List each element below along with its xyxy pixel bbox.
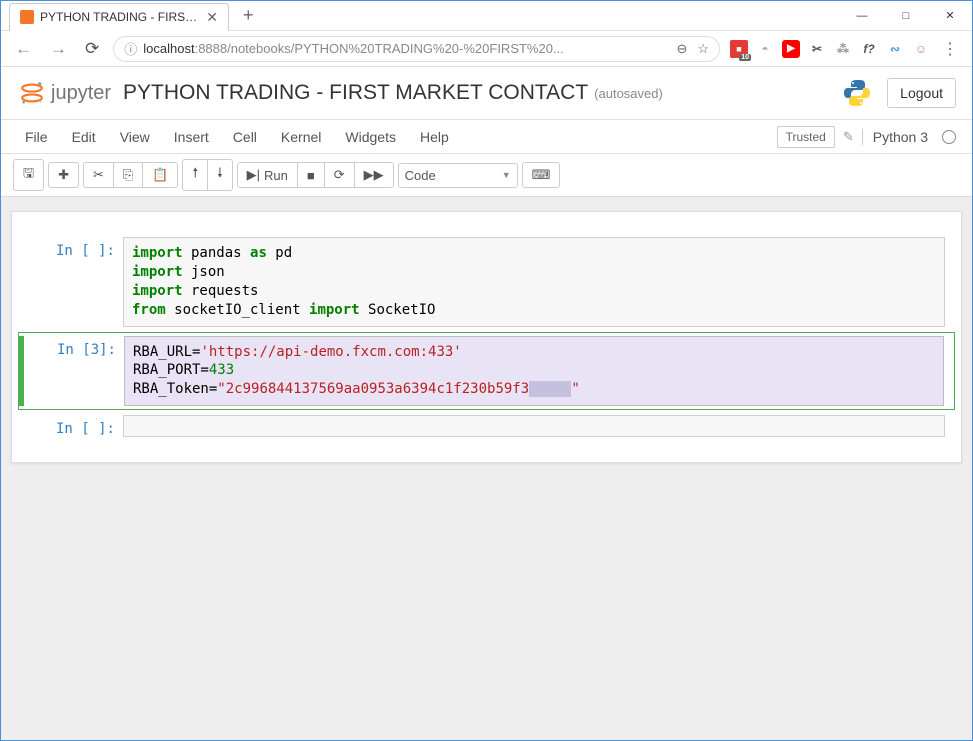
tab-title: PYTHON TRADING - FIRST MARK: [40, 10, 198, 24]
save-button[interactable]: 🖫: [13, 159, 44, 191]
titlebar: PYTHON TRADING - FIRST MARK ✕ + — □ ✕: [1, 1, 972, 31]
star-icon[interactable]: ☆: [697, 41, 709, 57]
site-info-icon[interactable]: ⓘ: [124, 39, 137, 58]
code-cell[interactable]: In [ ]:import pandas as pd import json i…: [18, 234, 955, 330]
run-icon: ▶|: [247, 167, 260, 183]
menu-view[interactable]: View: [108, 129, 162, 145]
reload-button[interactable]: ⟳: [81, 39, 103, 59]
autosave-status: (autosaved): [594, 86, 663, 101]
extension-badge: 10: [739, 54, 751, 61]
jupyter-logo[interactable]: jupyter: [17, 78, 111, 108]
code-input[interactable]: [123, 415, 945, 437]
browser-tab[interactable]: PYTHON TRADING - FIRST MARK ✕: [9, 3, 229, 31]
copy-button[interactable]: ⎘: [114, 163, 143, 187]
url-input[interactable]: ⓘ localhost :8888/notebooks/PYTHON%20TRA…: [113, 36, 720, 62]
zoom-icon[interactable]: ⊖: [676, 41, 687, 57]
command-palette-button[interactable]: ⌨: [522, 162, 561, 188]
paste-button[interactable]: 📋: [143, 163, 177, 187]
logout-button[interactable]: Logout: [887, 78, 956, 108]
url-host: localhost: [143, 41, 194, 56]
back-button[interactable]: ←: [11, 39, 36, 59]
add-tab-button[interactable]: +: [237, 5, 260, 26]
menubar: File Edit View Insert Cell Kernel Widget…: [1, 120, 972, 154]
extension-fq-icon[interactable]: f?: [860, 40, 878, 58]
jupyter-logo-text: jupyter: [51, 82, 111, 105]
code-input[interactable]: import pandas as pd import json import r…: [123, 237, 945, 327]
minimize-button[interactable]: —: [840, 1, 884, 31]
extensions: ■10 ◓ ▶ ✂ ⁂ f? ∾ ☺ ⋮: [730, 39, 962, 59]
browser-window: PYTHON TRADING - FIRST MARK ✕ + — □ ✕ ← …: [0, 0, 973, 741]
jupyter-favicon: [20, 10, 34, 24]
notebook-cells: In [ ]:import pandas as pd import json i…: [11, 211, 962, 463]
stop-button[interactable]: ■: [298, 163, 325, 187]
maximize-button[interactable]: □: [884, 1, 928, 31]
cell-prompt: In [3]:: [24, 336, 124, 407]
extension-icon-1[interactable]: ■10: [730, 40, 748, 58]
extension-drive-icon[interactable]: ◓: [756, 40, 774, 58]
menu-kernel[interactable]: Kernel: [269, 129, 333, 145]
browser-menu-button[interactable]: ⋮: [938, 39, 962, 59]
menu-insert[interactable]: Insert: [162, 129, 221, 145]
restart-button[interactable]: ⟳: [325, 163, 355, 187]
menu-file[interactable]: File: [13, 129, 60, 145]
window-controls: — □ ✕: [840, 1, 972, 31]
move-down-button[interactable]: 🠗: [208, 160, 232, 190]
run-button[interactable]: ▶| Run: [238, 163, 298, 187]
profile-avatar-icon[interactable]: ☺: [912, 40, 930, 58]
cell-prompt: In [ ]:: [23, 237, 123, 327]
dropdown-arrow-icon: ▼: [502, 170, 511, 180]
code-cell[interactable]: In [3]:RBA_URL='https://api-demo.fxcm.co…: [18, 332, 955, 411]
page-content: jupyter PYTHON TRADING - FIRST MARKET CO…: [1, 67, 972, 740]
jupyter-logo-icon: [17, 78, 47, 108]
kernel-name[interactable]: Python 3: [862, 129, 928, 145]
address-bar: ← → ⟳ ⓘ localhost :8888/notebooks/PYTHON…: [1, 31, 972, 67]
add-cell-button[interactable]: ✚: [48, 162, 79, 188]
code-input[interactable]: RBA_URL='https://api-demo.fxcm.com:433' …: [124, 336, 944, 407]
url-path: :8888/notebooks/PYTHON%20TRADING%20-%20F…: [195, 41, 564, 56]
move-up-button[interactable]: 🠕: [183, 160, 208, 190]
close-window-button[interactable]: ✕: [928, 1, 972, 31]
menu-cell[interactable]: Cell: [221, 129, 269, 145]
run-all-button[interactable]: ▶▶: [355, 163, 393, 187]
extension-link-icon[interactable]: ∾: [886, 40, 904, 58]
cell-prompt: In [ ]:: [23, 415, 123, 437]
menu-edit[interactable]: Edit: [60, 129, 108, 145]
run-label: Run: [264, 168, 288, 183]
trusted-badge[interactable]: Trusted: [777, 126, 835, 148]
kernel-status-icon: [942, 130, 956, 144]
close-tab-icon[interactable]: ✕: [206, 9, 218, 26]
python-logo-icon: [841, 77, 873, 109]
extension-bug-icon[interactable]: ⁂: [834, 40, 852, 58]
code-cell[interactable]: In [ ]:: [18, 412, 955, 440]
menu-help[interactable]: Help: [408, 129, 461, 145]
toolbar: 🖫 ✚ ✂ ⎘ 📋 🠕 🠗 ▶| Run ■ ⟳ ▶▶ Code ▼ ⌨: [1, 154, 972, 197]
menu-widgets[interactable]: Widgets: [333, 129, 408, 145]
edit-icon[interactable]: ✎: [843, 129, 854, 145]
notebook-header: jupyter PYTHON TRADING - FIRST MARKET CO…: [1, 67, 972, 120]
extension-scissors-icon[interactable]: ✂: [808, 40, 826, 58]
forward-button[interactable]: →: [46, 39, 71, 59]
cut-button[interactable]: ✂: [84, 163, 114, 187]
extension-youtube-icon[interactable]: ▶: [782, 40, 800, 58]
cell-type-select[interactable]: Code ▼: [398, 163, 518, 188]
notebook-title[interactable]: PYTHON TRADING - FIRST MARKET CONTACT: [123, 81, 588, 105]
cell-type-value: Code: [405, 168, 436, 183]
